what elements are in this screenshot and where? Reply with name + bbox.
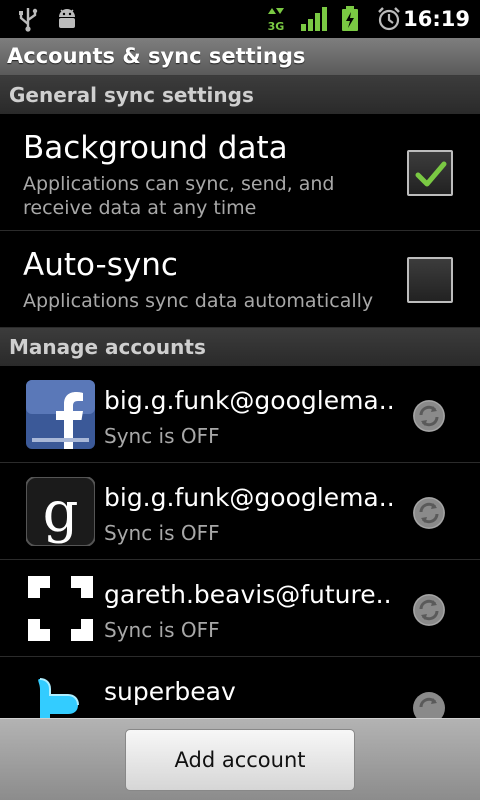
sync-icon [413, 497, 445, 529]
page-title: Accounts & sync settings [7, 44, 306, 68]
clock-time: 16:19 [403, 7, 470, 31]
background-data-checkbox[interactable] [407, 150, 453, 196]
checkmark-icon [415, 161, 447, 187]
status-bar: 3G 16:19 [0, 0, 480, 38]
sync-icon [413, 400, 445, 432]
pref-title: Background data [23, 130, 288, 166]
exchange-corners-icon [26, 574, 95, 643]
account-sync-status: Sync is OFF [104, 521, 220, 545]
account-name: big.g.funk@googlema... [104, 386, 394, 415]
sync-icon [413, 594, 445, 626]
section-header-manage-accounts: Manage accounts [0, 328, 480, 366]
bottom-bar: Add account [0, 718, 480, 800]
google-icon: g [26, 477, 95, 546]
android-debug-icon [59, 9, 75, 28]
usb-icon [19, 8, 38, 32]
account-item-google[interactable]: g big.g.funk@googlema... Sync is OFF [0, 463, 480, 560]
pref-title: Auto-sync [23, 247, 178, 283]
account-item-exchange[interactable]: gareth.beavis@future... Sync is OFF [0, 560, 480, 657]
account-name: big.g.funk@googlema... [104, 483, 394, 512]
account-item-facebook[interactable]: big.g.funk@googlema... Sync is OFF [0, 366, 480, 463]
auto-sync-checkbox[interactable] [407, 257, 453, 303]
add-account-button[interactable]: Add account [125, 729, 355, 791]
signal-icon [301, 7, 327, 31]
section-header-label: Manage accounts [9, 335, 206, 359]
account-name: superbeav [104, 677, 236, 706]
section-header-general-sync: General sync settings [0, 76, 480, 114]
3g-icon: 3G [268, 8, 285, 32]
pref-summary: Applications sync data automatically [23, 290, 374, 312]
account-sync-status: Sync is OFF [104, 618, 220, 642]
section-header-label: General sync settings [9, 83, 254, 107]
facebook-icon [26, 380, 95, 449]
svg-text:g: g [43, 480, 79, 545]
pref-summary: Applications can sync, send, and receive… [23, 173, 335, 219]
pref-background-data[interactable]: Background data Applications can sync, s… [0, 114, 480, 231]
network-label: 3G [268, 20, 285, 32]
alarm-icon [378, 7, 400, 31]
pref-auto-sync[interactable]: Auto-sync Applications sync data automat… [0, 231, 480, 328]
account-sync-status: Sync is OFF [104, 424, 220, 448]
account-name: gareth.beavis@future... [104, 580, 394, 609]
title-bar: Accounts & sync settings [0, 38, 480, 76]
battery-charging-icon [342, 6, 358, 31]
